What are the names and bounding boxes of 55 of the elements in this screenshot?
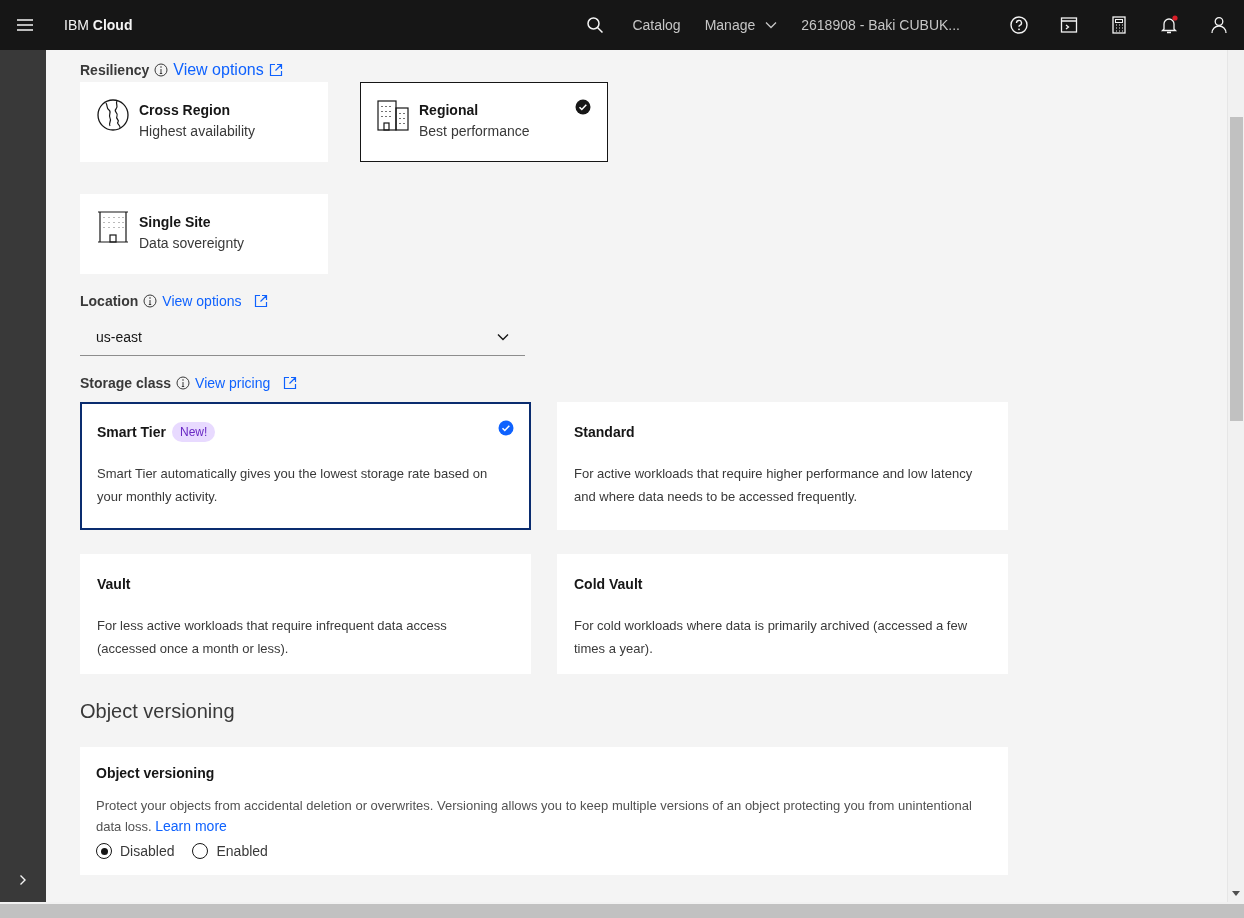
resiliency-tile[interactable]: Single Site Data sovereignty <box>80 194 328 274</box>
tile-description: Smart Tier automatically gives you the lowest storage rate based on your monthly activity. <box>97 465 489 506</box>
scroll-down-icon[interactable] <box>1232 891 1240 896</box>
section-label: Resiliency <box>80 62 150 78</box>
location-dropdown[interactable]: us-east <box>80 318 525 356</box>
external-link-icon[interactable] <box>254 294 269 308</box>
chevron-down-icon <box>765 21 778 29</box>
new-tag: New! <box>172 422 216 442</box>
storage-class-tile[interactable]: Smart Tier New! Smart Tier automatically gives you the lowest storage rate based on your monthly activity. <box>80 402 531 530</box>
brand-name[interactable]: IBM Cloud <box>64 17 133 33</box>
storage-class-tile[interactable]: Standard For active workloads that require higher performance and low latency and where data needs to be accessed frequently. <box>557 402 1008 530</box>
tile-subtitle: Data sovereignty <box>139 235 245 251</box>
section-label: Storage class <box>80 375 172 391</box>
tile-subtitle: Highest availability <box>139 123 255 139</box>
resiliency-tile[interactable]: Cross Region Highest availability <box>80 82 328 162</box>
checkmark-icon <box>498 420 514 436</box>
view-options-link[interactable]: View options <box>173 61 264 79</box>
globe-icon <box>97 99 129 131</box>
tile-description: For active workloads that require higher performance and low latency and where data needs to be accessed frequently. <box>574 465 974 506</box>
card-title: Object versioning <box>96 765 216 781</box>
info-icon <box>176 376 191 390</box>
nav-menu[interactable]: Manage <box>692 0 790 50</box>
storage-class-tile[interactable]: Cold Vault For cold workloads where data is primarily archived (accessed a few times a year). <box>557 554 1008 674</box>
radio-label[interactable]: Enabled <box>216 843 268 859</box>
building-icon <box>97 211 129 243</box>
tile-title: Regional <box>419 102 480 118</box>
external-link-icon[interactable] <box>268 63 283 77</box>
tile-title: Smart Tier <box>97 424 166 440</box>
account-switcher[interactable]: 2618908 - Baki CUBUK... <box>801 0 960 50</box>
external-link-icon[interactable] <box>283 376 298 390</box>
nav-link[interactable]: Catalog <box>620 0 693 50</box>
storage-class-tile[interactable]: Vault For less active workloads that require infrequent data access (accessed once a month or less). <box>80 554 531 674</box>
view-options-link[interactable]: View options <box>162 293 242 309</box>
tile-title: Vault <box>97 576 131 592</box>
info-icon <box>154 63 169 77</box>
tile-title: Cross Region <box>139 102 231 118</box>
section-heading: Object versioning <box>80 700 236 723</box>
vertical-scrollbar[interactable] <box>1227 50 1244 902</box>
buildings-icon <box>377 99 409 131</box>
tile-description: For less active workloads that require infrequent data access (accessed once a month or less). <box>97 617 448 658</box>
tile-title: Cold Vault <box>574 576 643 592</box>
section-label: Location <box>80 293 139 309</box>
info-icon <box>143 294 158 308</box>
horizontal-scrollbar[interactable] <box>0 902 1244 918</box>
view-pricing-link[interactable]: View pricing <box>195 375 271 391</box>
radio-label[interactable]: Disabled <box>120 843 175 859</box>
tile-subtitle: Best performance <box>419 123 530 139</box>
card-description: Protect your objects from accidental deletion or overwrites. Versioning allows you to keep multiple versions of an object protecting you from unintentional data loss. Learn more <box>96 797 973 836</box>
tile-description: For cold workloads where data is primarily archived (accessed a few times a year). <box>574 617 969 658</box>
resiliency-tile[interactable]: Regional Best performance <box>360 82 608 162</box>
tile-title: Standard <box>574 424 635 440</box>
checkmark-icon <box>575 99 591 115</box>
learn-more-link[interactable]: Learn more <box>155 818 227 834</box>
tile-title: Single Site <box>139 214 212 230</box>
chevron-down-icon <box>497 332 509 341</box>
